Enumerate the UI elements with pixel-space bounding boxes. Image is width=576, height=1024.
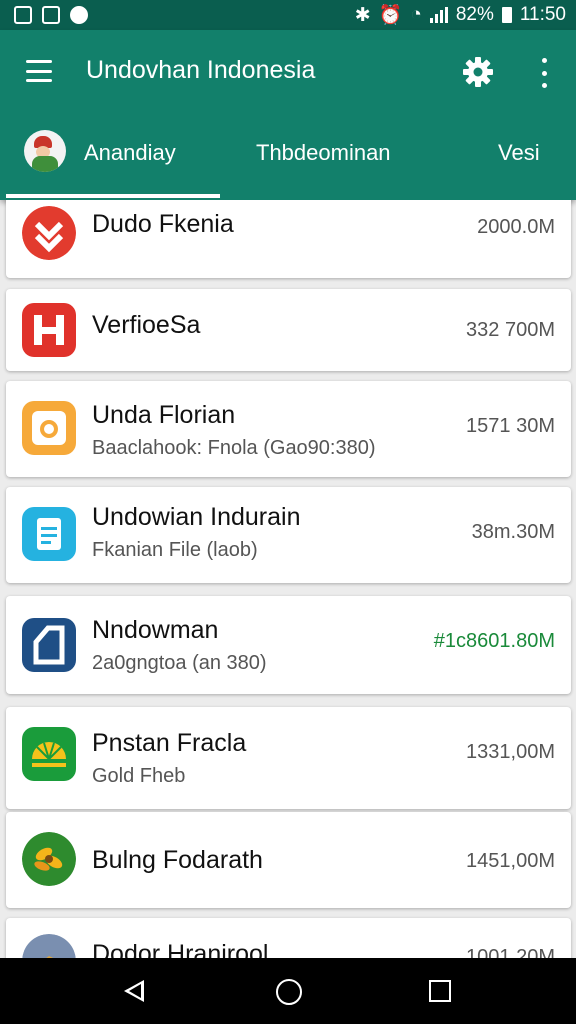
item-subtitle: Fkanian File (laob)	[92, 539, 258, 561]
status-time: 11:50	[519, 4, 566, 25]
more-vert-icon[interactable]	[536, 58, 552, 88]
orange-camera-icon	[22, 401, 76, 455]
list-item[interactable]: VerfioeSa 332 700M	[6, 289, 571, 371]
wifi-icon: ◔	[410, 4, 422, 25]
list-item[interactable]: Undowian Indurain Fkanian File (laob) 38…	[6, 487, 571, 583]
app-title: Undovhan Indonesia	[86, 56, 316, 84]
battery-percent: 82%	[455, 4, 494, 25]
bluetooth-icon: ✱	[354, 4, 371, 26]
status-right: ✱ ⏰ ◔ 82% 11:50	[355, 3, 566, 27]
item-size: #1c8601.80M	[433, 630, 555, 652]
green-flower-icon	[22, 832, 76, 886]
status-left-icons	[14, 6, 88, 24]
list-item[interactable]: Unda Florian Baaclahook: Fnola (Gao90:38…	[6, 381, 571, 477]
gear-icon[interactable]	[462, 56, 494, 88]
item-name: VerfioeSa	[92, 311, 201, 339]
item-name: Dudo Fkenia	[92, 210, 234, 238]
recents-icon[interactable]	[429, 980, 451, 1002]
alarm-icon: ⏰	[378, 5, 403, 26]
item-subtitle: Gold Fheb	[92, 765, 186, 787]
image-icon	[42, 6, 60, 24]
app-list: Dudo Fkenia 2000.0M VerfioeSa 332 700M U…	[0, 200, 576, 960]
status-bar: ✱ ⏰ ◔ 82% 11:50	[0, 0, 576, 30]
item-subtitle: 2a0gngtoa (an 380)	[92, 652, 267, 674]
app-bar: Undovhan Indonesia Anandiay Thbdeominan …	[0, 30, 576, 200]
item-subtitle: Baaclahook: Fnola (Gao90:380)	[92, 437, 376, 459]
blue-frame-icon	[22, 618, 76, 672]
item-name: Bulng Fodarath	[92, 846, 263, 874]
tab-indicator	[6, 194, 220, 198]
item-size: 38m.30M	[471, 521, 555, 543]
list-item[interactable]: Bulng Fodarath 1451,00M	[6, 812, 571, 908]
item-size: 2000.0M	[477, 216, 555, 238]
list-item[interactable]: Dudo Fkenia 2000.0M	[6, 200, 571, 278]
item-name: Unda Florian	[92, 401, 236, 429]
red-grid-icon	[22, 303, 76, 357]
item-size: 332 700M	[466, 319, 555, 341]
list-item[interactable]: Pnstan Fracla Gold Fheb 1331,00M	[6, 707, 571, 809]
signal-icon	[429, 7, 448, 23]
cyan-document-icon	[22, 507, 76, 561]
item-size: 1451,00M	[466, 850, 555, 872]
list-item[interactable]: Nndowman 2a0gngtoa (an 380) #1c8601.80M	[6, 596, 571, 694]
tab-thbdeominan[interactable]: Thbdeominan	[256, 140, 391, 166]
bird-icon	[22, 934, 76, 960]
red-shield-icon	[22, 206, 76, 260]
battery-icon	[501, 7, 512, 23]
record-icon	[70, 6, 88, 24]
menu-icon[interactable]	[26, 60, 52, 82]
green-fan-icon	[22, 727, 76, 781]
tab-anandiay[interactable]: Anandiay	[84, 140, 176, 166]
item-size: 1331,00M	[466, 741, 555, 763]
item-name: Dodor Hranirool	[92, 940, 269, 960]
navigation-bar	[0, 958, 576, 1024]
tab-avatar-icon	[24, 130, 66, 172]
item-size: 1571 30M	[466, 415, 555, 437]
back-icon[interactable]	[124, 980, 144, 1002]
gallery-icon	[14, 6, 32, 24]
item-name: Nndowman	[92, 616, 219, 644]
home-icon[interactable]	[276, 979, 302, 1005]
item-name: Pnstan Fracla	[92, 729, 247, 757]
item-name: Undowian Indurain	[92, 503, 301, 531]
tab-vesi[interactable]: Vesi	[498, 140, 540, 166]
list-item[interactable]: Dodor Hranirool 1001.20M	[6, 918, 571, 960]
